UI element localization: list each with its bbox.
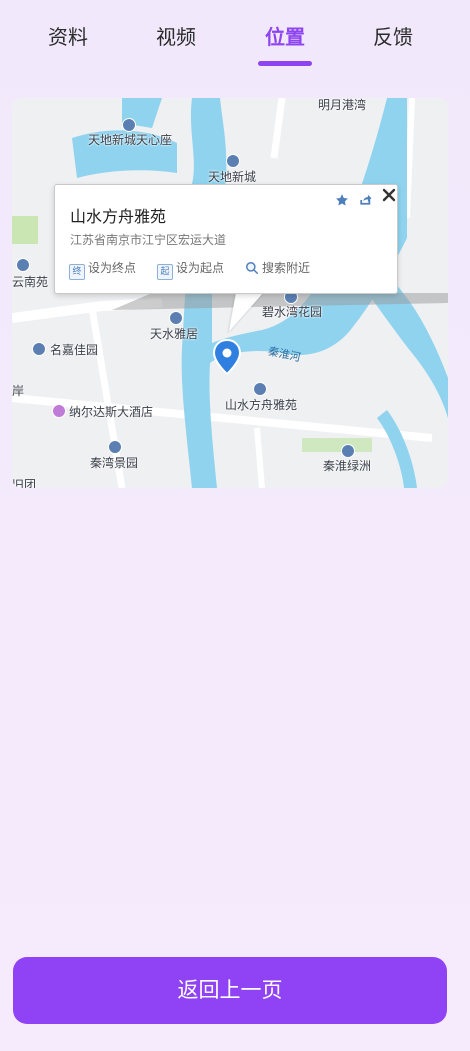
tab-video[interactable]: 视频 xyxy=(146,22,206,52)
tab-active-indicator xyxy=(258,61,312,66)
favorite-star-icon[interactable] xyxy=(335,192,349,211)
place-address: 江苏省南京市江宁区宏运大道 xyxy=(70,233,227,247)
close-icon[interactable] xyxy=(382,187,396,207)
map-poi-label: 纳尔达斯大酒店 xyxy=(69,405,154,419)
map-poi-label: 旧团 xyxy=(12,478,37,488)
set-origin-label: 设为起点 xyxy=(176,261,225,275)
origin-icon: 起 xyxy=(157,264,173,280)
map-poi-label: 名嘉佳园 xyxy=(50,343,99,357)
set-origin-button[interactable]: 起设为起点 xyxy=(157,259,224,280)
info-window: 山水方舟雅苑 江苏省南京市江宁区宏运大道 终设为终点 起设为起点 搜索附近 xyxy=(54,184,398,294)
destination-icon: 终 xyxy=(69,264,85,280)
map-poi-label: 天地新城天心座 xyxy=(88,133,173,147)
map-poi-label: 明月港湾 xyxy=(318,98,367,112)
search-nearby-button[interactable]: 搜索附近 xyxy=(245,259,310,278)
map-poi-label: 山水方舟雅苑 xyxy=(225,398,298,412)
tab-profile[interactable]: 资料 xyxy=(38,22,98,52)
share-icon[interactable] xyxy=(358,192,372,211)
map-poi-label: 天水雅居 xyxy=(150,327,199,341)
poi-building-icon xyxy=(169,311,183,325)
hotel-icon xyxy=(52,404,66,418)
poi-building-icon xyxy=(122,118,136,132)
poi-building-icon xyxy=(32,342,46,356)
poi-building-icon xyxy=(341,444,355,458)
map-poi-label: 碧水湾花园 xyxy=(262,305,323,319)
map-poi-label: 秦湾景园 xyxy=(90,456,139,470)
set-destination-label: 设为终点 xyxy=(88,261,137,275)
map-poi-label: 云南苑 xyxy=(12,275,49,289)
search-icon xyxy=(245,261,259,278)
tab-bar: 资料 视频 位置 反馈 xyxy=(0,0,470,70)
map-poi-label: 秦淮绿洲 xyxy=(323,459,372,473)
map-poi-label: 天地新城 xyxy=(208,170,257,184)
tab-feedback[interactable]: 反馈 xyxy=(363,22,423,52)
search-nearby-label: 搜索附近 xyxy=(262,261,311,275)
poi-building-icon xyxy=(226,154,240,168)
map-poi-label: 岸 xyxy=(12,384,25,398)
back-button[interactable]: 返回上一页 xyxy=(13,957,447,1024)
tab-location[interactable]: 位置 xyxy=(255,22,315,52)
place-title: 山水方舟雅苑 xyxy=(70,207,167,226)
poi-building-icon xyxy=(108,440,122,454)
set-destination-button[interactable]: 终设为终点 xyxy=(69,259,136,280)
poi-building-icon xyxy=(16,258,30,272)
poi-building-icon xyxy=(253,382,267,396)
